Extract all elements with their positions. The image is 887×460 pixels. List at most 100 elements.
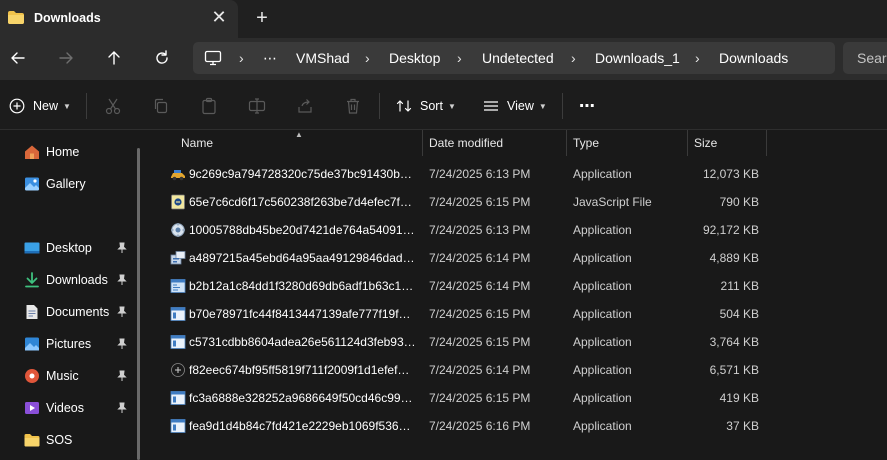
breadcrumb-overflow-button[interactable]: ⋯ <box>263 50 278 67</box>
pin-icon[interactable] <box>116 242 128 254</box>
file-row[interactable]: 10005788db45be20d7421de764a540919b6... 7… <box>164 216 764 244</box>
paste-icon[interactable] <box>200 97 218 115</box>
column-header-date-modified[interactable]: Date modified <box>429 136 503 150</box>
close-tab-icon[interactable]: ✕ <box>210 8 228 26</box>
file-size: 790 KB <box>719 195 759 209</box>
sidebar-item-documents[interactable]: Documents <box>0 298 138 326</box>
file-row[interactable]: f82eec674bf95ff5819f711f2009f1d1efefeb..… <box>164 356 764 384</box>
column-divider[interactable] <box>766 130 767 156</box>
plus-circle-icon <box>9 98 25 114</box>
sidebar-item-label: Desktop <box>46 241 92 255</box>
rename-icon[interactable] <box>248 97 266 115</box>
tab-downloads[interactable]: Downloads ✕ <box>0 0 238 38</box>
sidebar-item-music[interactable]: Music <box>0 362 138 390</box>
sort-ascending-icon: ▲ <box>295 130 303 139</box>
pin-icon[interactable] <box>116 338 128 350</box>
sidebar-item-pictures[interactable]: Pictures <box>0 330 138 358</box>
file-row[interactable]: 9c269c9a794728320c75de37bc91430b449... 7… <box>164 160 764 188</box>
file-row[interactable]: fea9d1d4b84c7fd421e2229eb1069f536e89... … <box>164 412 764 440</box>
copy-icon[interactable] <box>152 97 170 115</box>
this-pc-icon[interactable] <box>204 50 222 66</box>
file-date: 7/24/2025 6:14 PM <box>429 279 531 293</box>
up-arrow-icon[interactable] <box>104 48 124 68</box>
sort-button[interactable]: Sort ▼ <box>396 96 456 116</box>
new-label: New <box>33 99 59 113</box>
breadcrumb-chevron-icon[interactable]: › <box>457 50 462 66</box>
sidebar-item-videos[interactable]: Videos <box>0 394 138 422</box>
file-row[interactable]: c5731cdbb8604adea26e561124d3feb93d6... 7… <box>164 328 764 356</box>
back-arrow-icon[interactable] <box>8 48 28 68</box>
app-window-icon <box>170 390 186 406</box>
breadcrumb-chevron-icon[interactable]: › <box>239 50 244 66</box>
downloads-folder-icon <box>24 272 40 288</box>
file-type: JavaScript File <box>573 195 652 209</box>
chevron-down-icon: ▼ <box>63 101 71 111</box>
column-header-type[interactable]: Type <box>573 136 599 150</box>
pin-icon[interactable] <box>116 274 128 286</box>
pin-icon[interactable] <box>116 306 128 318</box>
app-window-icon <box>170 334 186 350</box>
divider <box>86 93 87 119</box>
file-row[interactable]: b70e78971fc44f8413447139afe777f19fd1b...… <box>164 300 764 328</box>
breadcrumb-desktop[interactable]: Desktop <box>389 50 440 66</box>
app-installer-icon <box>170 250 186 266</box>
address-bar[interactable]: › ⋯ VMShad › Desktop › Undetected › Down… <box>193 42 835 74</box>
file-date: 7/24/2025 6:13 PM <box>429 167 531 181</box>
view-button[interactable]: View ▼ <box>483 96 547 116</box>
sidebar-item-label: Videos <box>46 401 84 415</box>
more-options-button[interactable]: ⋯ <box>579 96 596 116</box>
chevron-down-icon: ▼ <box>538 101 547 111</box>
sidebar-item-gallery[interactable]: Gallery <box>0 170 138 198</box>
file-name: f82eec674bf95ff5819f711f2009f1d1efefeb..… <box>189 363 416 377</box>
column-header-name[interactable]: Name <box>181 136 213 150</box>
javascript-file-icon <box>170 194 186 210</box>
new-tab-icon[interactable]: + <box>252 8 272 28</box>
search-placeholder: Search <box>857 50 887 66</box>
breadcrumb-chevron-icon[interactable]: › <box>571 50 576 66</box>
desktop-folder-icon <box>24 240 40 256</box>
file-size: 3,764 KB <box>709 335 759 349</box>
file-type: Application <box>573 307 632 321</box>
sidebar-item-desktop[interactable]: Desktop <box>0 234 138 262</box>
column-header-size[interactable]: Size <box>694 136 717 150</box>
file-row[interactable]: a4897215a45ebd64a95aa49129846dad556... 7… <box>164 244 764 272</box>
breadcrumb-vmshad[interactable]: VMShad <box>296 50 350 66</box>
file-date: 7/24/2025 6:15 PM <box>429 391 531 405</box>
search-input[interactable]: Search <box>843 42 887 74</box>
delete-icon[interactable] <box>344 97 362 115</box>
breadcrumb-undetected[interactable]: Undetected <box>482 50 554 66</box>
videos-folder-icon <box>24 400 40 416</box>
column-divider[interactable] <box>566 130 567 156</box>
pin-icon[interactable] <box>116 402 128 414</box>
file-size: 419 KB <box>719 391 759 405</box>
file-date: 7/24/2025 6:13 PM <box>429 223 531 237</box>
column-divider[interactable] <box>687 130 688 156</box>
column-divider[interactable] <box>422 130 423 156</box>
sidebar-scrollbar[interactable] <box>137 148 140 460</box>
sidebar-item-sos[interactable]: SOS <box>0 426 138 454</box>
breadcrumb-chevron-icon[interactable]: › <box>365 50 370 66</box>
pin-icon[interactable] <box>116 370 128 382</box>
breadcrumb-downloads[interactable]: Downloads <box>719 50 788 66</box>
forward-arrow-icon[interactable] <box>56 48 76 68</box>
sidebar-item-downloads[interactable]: Downloads <box>0 266 138 294</box>
app-gear-icon <box>170 222 186 238</box>
breadcrumb-chevron-icon[interactable]: › <box>695 50 700 66</box>
file-size: 12,073 KB <box>702 167 759 181</box>
cut-icon[interactable] <box>104 97 122 115</box>
app-window-icon <box>170 306 186 322</box>
sidebar-item-home[interactable]: Home <box>0 138 138 166</box>
new-button[interactable]: New ▼ <box>9 96 71 116</box>
file-type: Application <box>573 167 632 181</box>
share-icon[interactable] <box>296 97 314 115</box>
file-date: 7/24/2025 6:15 PM <box>429 335 531 349</box>
breadcrumb-downloads-1[interactable]: Downloads_1 <box>595 50 680 66</box>
file-row[interactable]: 65e7c6cd6f17c560238f263be7d4efec7f817...… <box>164 188 764 216</box>
sidebar-item-label: Pictures <box>46 337 92 351</box>
file-name: 9c269c9a794728320c75de37bc91430b449... <box>189 167 416 181</box>
file-row[interactable]: b2b12a1c84dd1f3280d69db6adf1b63c10f... 7… <box>164 272 764 300</box>
file-row[interactable]: fc3a6888e328252a9686649f50cd46c9940b... … <box>164 384 764 412</box>
sidebar-item-label: Downloads <box>46 273 108 287</box>
refresh-icon[interactable] <box>152 48 172 68</box>
divider <box>379 93 380 119</box>
